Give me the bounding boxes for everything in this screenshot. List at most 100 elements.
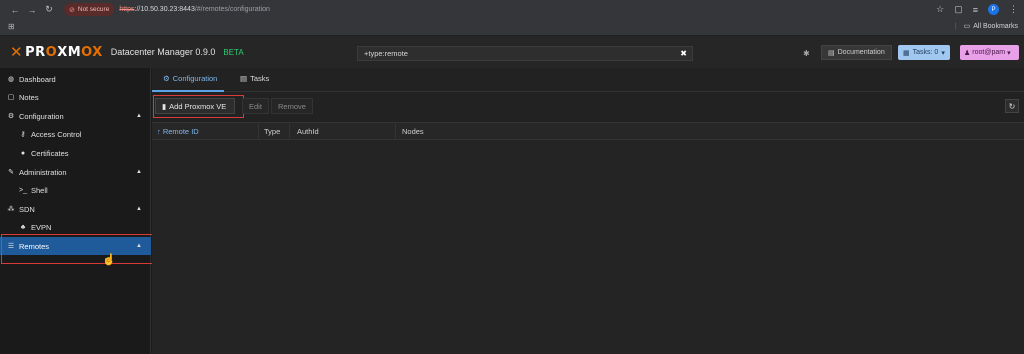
book-icon: ▤ [828,49,835,57]
search-input[interactable]: +type:remote ✖ [357,46,693,61]
proxmox-logo[interactable]: ✕ PR O XM OX [10,43,103,61]
folder-icon: ▭ [963,23,971,30]
column-label: AuthId [297,127,319,136]
column-divider[interactable] [258,123,259,140]
column-label: Type [264,127,281,136]
active-tab-indicator [152,90,224,92]
dashboard-icon: ◍ [7,76,15,83]
tab-configuration[interactable]: ⚙ Configuration [163,74,217,83]
logo-o: O [45,44,58,60]
sidebar-item-label: Configuration [19,111,64,121]
sidebar-item-shell[interactable]: >_ Shell [0,181,151,199]
clear-search-icon[interactable]: ✖ [680,47,687,60]
bookmarks-bar: ⊞ | ▭ All Bookmarks [0,19,1024,36]
edit-button[interactable]: Edit [242,98,269,114]
chevron-down-icon: ▾ [941,49,945,57]
remove-label: Remove [278,101,306,111]
sidebar-item-label: Shell [31,185,48,195]
refresh-button[interactable]: ↻ [1005,99,1019,113]
gears-icon: ⚙ [7,113,15,120]
sdn-icon: ⁂ [7,206,15,213]
url-protocol: https [119,6,135,13]
book-icon: ▤ [240,74,248,83]
tasks-button[interactable]: ▦ Tasks: 0 ▾ [898,45,950,60]
media-icon[interactable]: ≡ [973,5,978,15]
column-label: Nodes [402,127,424,136]
browser-toolbar: ← → ↻ ⊘ Not secure https://10.50.30.23:8… [0,0,1024,19]
column-divider[interactable] [395,123,396,140]
sidebar-item-sdn[interactable]: ⁂ SDN ▲ [0,200,151,218]
column-authid[interactable]: AuthId [297,127,319,136]
reload-icon[interactable]: ↻ [42,4,56,15]
add-proxmox-ve-button[interactable]: ▮ Add Proxmox VE [155,98,235,114]
documentation-button[interactable]: ▤ Documentation [821,45,892,60]
sidebar-item-access-control[interactable]: ⚷ Access Control [0,125,151,143]
forward-icon[interactable]: → [25,5,39,15]
sidebar-item-label: Administration [19,167,67,177]
sidebar-item-label: Access Control [31,129,82,139]
column-remote-id[interactable]: ↑ Remote ID [157,127,199,136]
sidebar-item-label: Notes [19,92,39,102]
address-bar[interactable]: https://10.50.30.23:8443/#/remotes/confi… [119,6,270,13]
sidebar-item-configuration[interactable]: ⚙ Configuration ▲ [0,107,151,125]
all-bookmarks-button[interactable]: | ▭ All Bookmarks [954,22,1018,31]
annotation-highlight [1,234,156,264]
server-icon: ▮ [162,101,167,111]
user-menu-button[interactable]: ♟ root@pam ▾ [960,45,1019,60]
user-label: root@pam [972,49,1006,56]
bookmark-star-icon[interactable]: ☆ [936,4,944,15]
sidebar: ◍ Dashboard ▢ Notes ⚙ Configuration ▲ ⚷ … [0,68,151,354]
tasks-label: Tasks: 0 [912,49,939,56]
url-path: /#/remotes/configuration [194,6,270,13]
sidebar-item-certificates[interactable]: ● Certificates [0,144,151,162]
notes-icon: ▢ [7,94,15,101]
product-title: Datacenter Manager 0.9.0 [110,47,216,57]
tab-bar: ⚙ Configuration ▤ Tasks [152,68,1024,92]
remove-button[interactable]: Remove [271,98,313,114]
chevron-up-icon[interactable]: ▲ [136,206,142,212]
column-divider[interactable] [289,123,290,140]
refresh-icon: ↻ [1008,101,1016,111]
logo-xm: XM [57,44,82,60]
wrench-icon: ✎ [8,169,14,176]
back-icon[interactable]: ← [8,5,22,15]
documentation-label: Documentation [837,49,885,56]
security-label: Not secure [77,6,110,13]
sidebar-item-label: SDN [19,204,35,214]
list-icon: ▦ [903,49,910,57]
divider: | [954,22,957,30]
browser-menu-icon[interactable]: ⋮ [1009,4,1018,15]
sidebar-item-administration[interactable]: ✎ Administration ▲ [0,163,151,181]
apps-grid-icon[interactable]: ⊞ [8,22,15,31]
logo-x-icon: ✕ [10,43,24,61]
edit-label: Edit [249,101,262,111]
profile-avatar[interactable]: P [988,4,999,15]
chevron-up-icon[interactable]: ▲ [136,113,142,119]
sidebar-item-label: Certificates [31,148,69,158]
extensions-icon[interactable]: ▢ [954,4,963,15]
security-chip[interactable]: ⊘ Not secure [64,3,115,16]
chevron-down-icon: ▾ [1007,49,1011,57]
tab-label: Configuration [172,74,218,83]
sidebar-item-notes[interactable]: ▢ Notes [0,88,151,106]
add-label: Add Proxmox VE [169,101,227,111]
main-panel: ⚙ Configuration ▤ Tasks ▮ Add Proxmox VE… [152,68,1024,354]
sidebar-item-label: EVPN [31,222,52,232]
sidebar-item-dashboard[interactable]: ◍ Dashboard [0,70,151,88]
theme-toggle-icon[interactable]: ✱ [803,49,810,58]
hand-cursor-icon: ☝ [102,254,116,266]
gears-icon: ⚙ [163,74,170,83]
url-host: ://10.50.30.23:8443 [134,6,195,13]
tab-tasks[interactable]: ▤ Tasks [240,74,269,83]
terminal-icon: >_ [19,186,27,194]
table-header: ↑ Remote ID Type AuthId Nodes [152,122,1024,140]
column-nodes[interactable]: Nodes [402,127,424,136]
sidebar-item-label: Dashboard [19,74,56,84]
chevron-up-icon[interactable]: ▲ [136,169,142,175]
tab-label: Tasks [250,74,270,83]
certificate-icon: ● [20,149,26,157]
remotes-table-body [152,140,1024,354]
warning-icon: ⊘ [69,6,75,14]
key-icon: ⚷ [20,131,26,138]
column-type[interactable]: Type [264,127,280,136]
